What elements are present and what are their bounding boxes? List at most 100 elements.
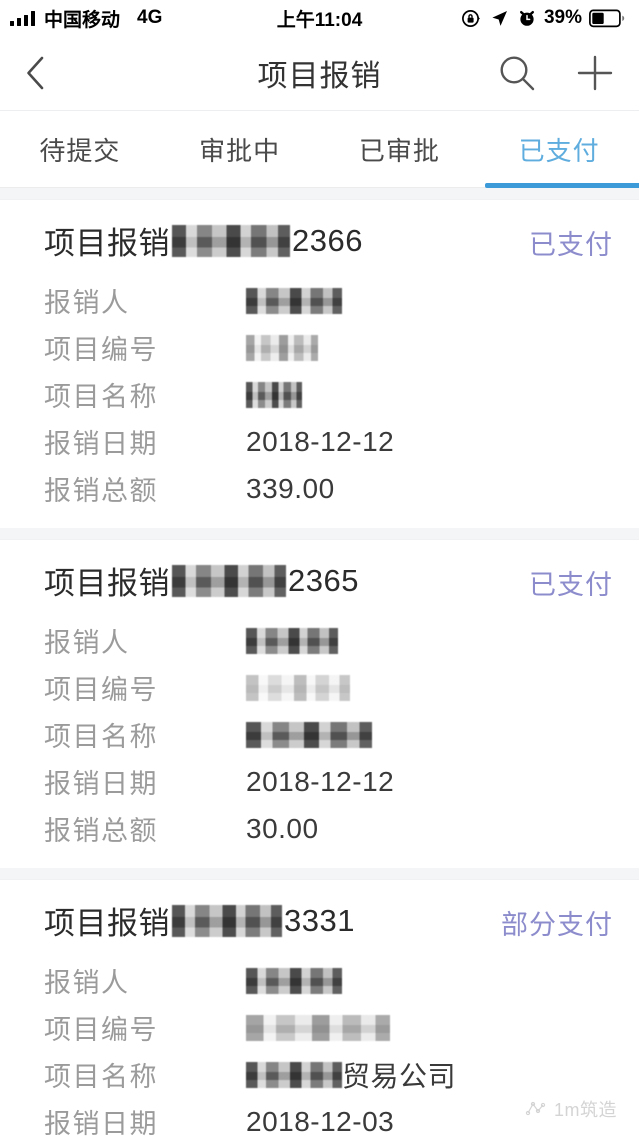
card-title: 项目报销 3331 [44, 898, 355, 943]
field-label: 项目编号 [44, 675, 158, 705]
location-arrow-icon [492, 10, 507, 26]
field-label: 报销总额 [44, 816, 158, 846]
field-value [246, 967, 342, 994]
field-date: 报销日期 2018-12-03 [0, 1098, 639, 1136]
reimbursement-list: 项目报销 2366 已支付 报销人 项目编号 项目名称 报销日期 2018-12… [0, 188, 639, 1136]
field-date: 报销日期 2018-12-12 [0, 418, 639, 465]
field-label: 项目名称 [44, 1062, 158, 1092]
status-filter-tabs: 待提交 审批中 已审批 已支付 [0, 110, 639, 188]
field-label: 项目名称 [44, 722, 158, 752]
redacted-block [246, 334, 318, 361]
signal-bars-icon [10, 10, 35, 26]
card-header: 项目报销 2366 已支付 [0, 218, 639, 263]
field-total: 报销总额 30.00 [0, 805, 639, 852]
search-icon [500, 56, 535, 91]
field-applicant: 报销人 [0, 277, 639, 324]
status-badge: 部分支付 [501, 910, 613, 940]
project-name-suffix: 贸易公司 [342, 1060, 457, 1092]
list-separator [0, 528, 639, 540]
network-type-label: 4G [137, 7, 163, 28]
card-title-suffix: 3331 [284, 902, 355, 938]
list-separator [0, 188, 639, 200]
chevron-left-icon [27, 56, 44, 90]
field-date: 报销日期 2018-12-12 [0, 758, 639, 805]
redacted-block [246, 1061, 342, 1088]
app-screen: 中国移动 4G 上午11:04 39% 项目报销 待提交 审批中 已审批 已支付… [0, 0, 639, 1136]
list-item[interactable]: 项目报销 2366 已支付 报销人 项目编号 项目名称 报销日期 2018-12… [0, 200, 639, 528]
field-label: 报销人 [44, 968, 130, 998]
card-title-prefix: 项目报销 [44, 906, 170, 941]
battery-icon [589, 9, 625, 27]
field-total: 报销总额 339.00 [0, 465, 639, 512]
list-item[interactable]: 项目报销 3331 部分支付 报销人 项目编号 项目名称 贸易公司 报销日期 2… [0, 880, 639, 1136]
navigation-bar: 项目报销 [0, 36, 639, 110]
card-header: 项目报销 3331 部分支付 [0, 898, 639, 943]
field-label: 项目名称 [44, 382, 158, 412]
field-value [246, 674, 350, 701]
redacted-block [172, 224, 290, 257]
plus-icon [577, 55, 613, 91]
redacted-block [246, 627, 338, 654]
card-title: 项目报销 2366 [44, 218, 363, 263]
field-label: 项目编号 [44, 335, 158, 365]
field-project-code: 项目编号 [0, 324, 639, 371]
card-title-suffix: 2366 [292, 222, 363, 258]
battery-percent-label: 39% [543, 7, 582, 28]
field-project-code: 项目编号 [0, 664, 639, 711]
field-value: 贸易公司 [246, 1055, 456, 1095]
redacted-block [246, 674, 350, 701]
search-button[interactable] [495, 51, 539, 95]
list-separator [0, 868, 639, 880]
card-title-prefix: 项目报销 [44, 566, 170, 601]
tab-approved[interactable]: 已审批 [320, 111, 480, 187]
carrier-label: 中国移动 [44, 9, 121, 31]
list-item[interactable]: 项目报销 2365 已支付 报销人 项目编号 项目名称 报销日期 2018-12… [0, 540, 639, 868]
field-value: 339.00 [246, 472, 335, 504]
redacted-block [246, 381, 302, 408]
redacted-block [246, 721, 372, 748]
tab-pending-submit[interactable]: 待提交 [0, 111, 160, 187]
back-button[interactable] [22, 51, 66, 95]
redacted-block [246, 1014, 390, 1041]
status-bar-right: 39% [461, 7, 625, 29]
redacted-block [172, 904, 282, 937]
field-value: 30.00 [246, 812, 319, 844]
field-label: 报销日期 [44, 1109, 158, 1136]
tab-in-approval[interactable]: 审批中 [160, 111, 320, 187]
redacted-block [246, 287, 342, 314]
status-badge: 已支付 [529, 570, 613, 600]
field-value [246, 287, 342, 314]
field-value: 2018-12-12 [246, 765, 395, 797]
field-project-name: 项目名称 [0, 371, 639, 418]
field-label: 报销人 [44, 288, 130, 318]
add-button[interactable] [573, 51, 617, 95]
status-badge: 已支付 [529, 230, 613, 260]
field-applicant: 报销人 [0, 957, 639, 1004]
status-bar: 中国移动 4G 上午11:04 39% [0, 0, 639, 36]
card-title: 项目报销 2365 [44, 558, 359, 603]
field-applicant: 报销人 [0, 617, 639, 664]
status-bar-left: 中国移动 4G [10, 5, 162, 32]
card-title-prefix: 项目报销 [44, 226, 170, 261]
redacted-block [246, 967, 342, 994]
field-value [246, 381, 302, 408]
field-value: 2018-12-03 [246, 1105, 395, 1136]
field-label: 项目编号 [44, 1015, 158, 1045]
field-label: 报销日期 [44, 769, 158, 799]
field-value [246, 721, 372, 748]
card-header: 项目报销 2365 已支付 [0, 558, 639, 603]
field-value [246, 1014, 390, 1041]
field-label: 报销人 [44, 628, 130, 658]
field-label: 报销总额 [44, 476, 158, 506]
redacted-block [172, 564, 286, 597]
rotation-lock-icon [462, 9, 480, 27]
alarm-clock-icon [519, 11, 534, 26]
field-label: 报销日期 [44, 429, 158, 459]
card-title-suffix: 2365 [288, 562, 359, 598]
field-project-name: 项目名称 贸易公司 [0, 1051, 639, 1098]
tab-paid[interactable]: 已支付 [479, 111, 639, 188]
navigation-actions [495, 51, 617, 95]
field-project-name: 项目名称 [0, 711, 639, 758]
field-value [246, 627, 338, 654]
field-project-code: 项目编号 [0, 1004, 639, 1051]
